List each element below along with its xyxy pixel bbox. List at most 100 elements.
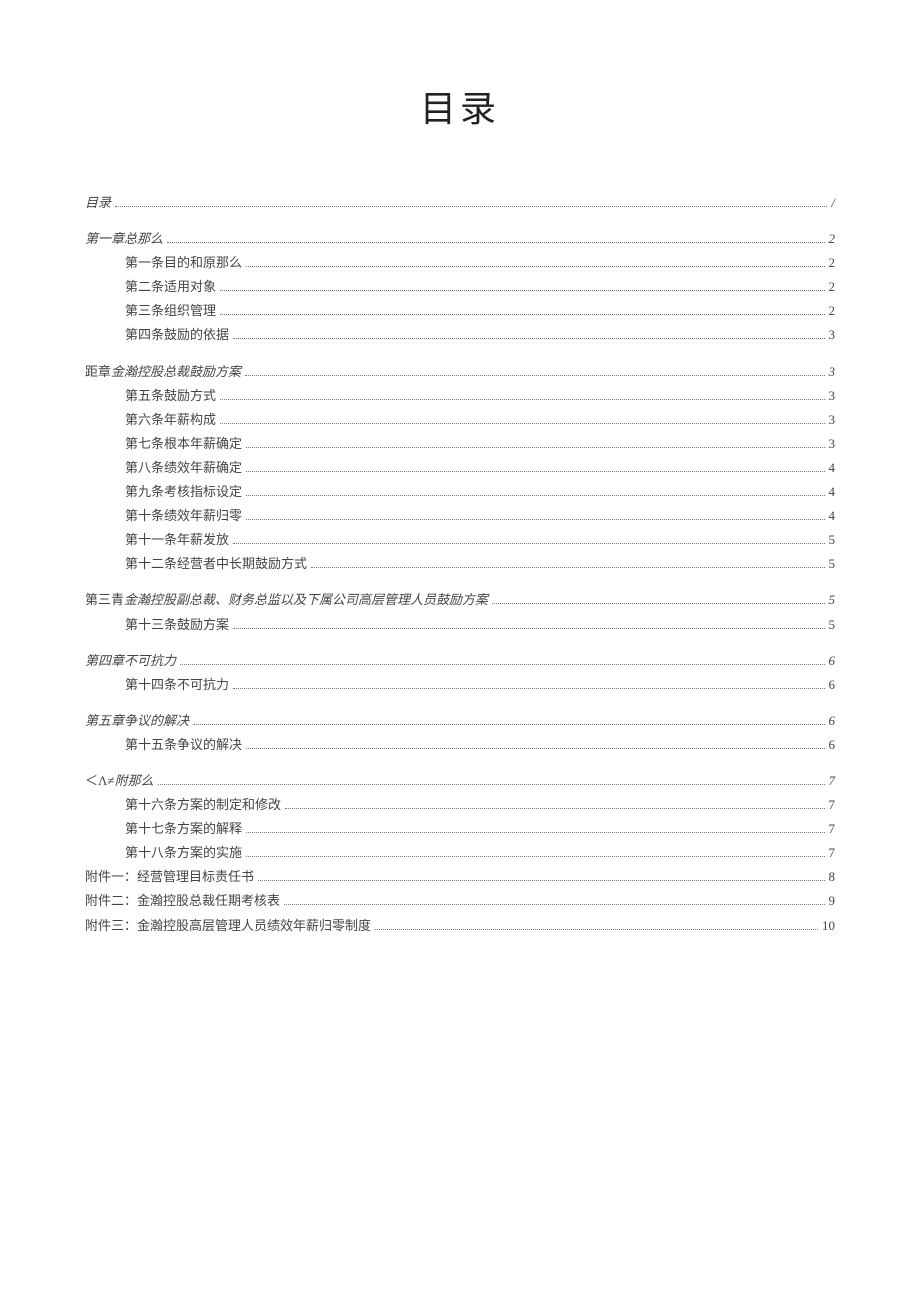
- toc-entry: ＜Λ≠附那么 7: [85, 770, 835, 792]
- toc-entry-page: 6: [829, 650, 836, 672]
- toc-entry: 第四条鼓励的依据 3: [125, 324, 835, 346]
- toc-leader-dots: [492, 603, 824, 604]
- toc-leader-dots: [233, 628, 824, 629]
- toc-leader-dots: [220, 290, 824, 291]
- toc-entry-label: 第十八条方案的实施: [125, 842, 242, 864]
- toc-entry: 第五条鼓励方式 3: [125, 385, 835, 407]
- toc-entry: 第七条根本年薪确定3: [125, 433, 835, 455]
- toc-entry-label: 第五章争议的解决: [85, 710, 189, 732]
- toc-entry: 第八条绩效年薪确定 4: [125, 457, 835, 479]
- toc-leader-dots: [193, 724, 824, 725]
- toc-entry-page: 6: [829, 674, 836, 696]
- toc-leader-dots: [258, 880, 824, 881]
- toc-entry-label: 第一章总那么: [85, 228, 163, 250]
- toc-leader-dots: [167, 242, 824, 243]
- toc-entry: 距章金瀚控股总裁鼓励方案 3: [85, 361, 835, 383]
- toc-entry-label: 第八条绩效年薪确定: [125, 457, 242, 479]
- toc-leader-dots: [311, 567, 824, 568]
- toc-entry-page: 5: [829, 589, 836, 611]
- toc-leader-dots: [246, 447, 824, 448]
- toc-entry-prefix: 距章: [85, 364, 111, 379]
- toc-leader-dots: [246, 519, 824, 520]
- toc-entry-page: 8: [829, 866, 836, 888]
- toc-entry: 第二条适用对象 2: [125, 276, 835, 298]
- toc-entry-page: 4: [829, 505, 836, 527]
- toc-leader-dots: [220, 423, 824, 424]
- toc-entry: 第十六条方案的制定和修改7: [125, 794, 835, 816]
- toc-entry: 第十条绩效年薪归零 4: [125, 505, 835, 527]
- toc-entry-page: 3: [829, 433, 836, 455]
- toc-leader-dots: [246, 471, 824, 472]
- toc-entry-label: 第一条目的和原那么: [125, 252, 242, 274]
- toc-entry-page: 7: [829, 818, 836, 840]
- toc-entry-label: 目录: [85, 192, 111, 214]
- toc-entry: 目录/: [85, 192, 835, 214]
- toc-entry: 第三条组织管理2: [125, 300, 835, 322]
- toc-entry: 第三青金瀚控股副总裁、财务总监以及下属公司高层管理人员鼓励方案 5: [85, 589, 835, 611]
- toc-leader-dots: [246, 495, 824, 496]
- toc-entry: 附件二：金瀚控股总裁任期考核表9: [85, 890, 835, 912]
- toc-entry-label: 第十二条经营者中长期鼓励方式: [125, 553, 307, 575]
- toc-entry-page: 5: [829, 529, 836, 551]
- toc-leader-dots: [233, 688, 824, 689]
- toc-entry-page: 3: [829, 361, 836, 383]
- toc-entry-label: 第四条鼓励的依据: [125, 324, 229, 346]
- toc-entry-page: 5: [829, 614, 836, 636]
- toc-entry: 附件三：金瀚控股高层管理人员绩效年薪归零制度10: [85, 915, 835, 937]
- toc-entry: 附件一：经营管理目标责任书 8: [85, 866, 835, 888]
- toc-entry: 第六条年薪构成 3: [125, 409, 835, 431]
- toc-entry-italic: 附那么: [115, 773, 154, 788]
- toc-leader-dots: [245, 375, 824, 376]
- toc-leader-dots: [375, 929, 818, 930]
- toc-leader-dots: [285, 808, 824, 809]
- toc-entry-page: 4: [829, 457, 836, 479]
- toc-entry-label: 第三青金瀚控股副总裁、财务总监以及下属公司高层管理人员鼓励方案: [85, 589, 488, 611]
- toc-entry-page: 3: [829, 324, 836, 346]
- toc-entry-page: 2: [829, 228, 836, 250]
- toc-entry: 第四章不可抗力 6: [85, 650, 835, 672]
- toc-leader-dots: [246, 748, 824, 749]
- toc-entry-label: 附件二：金瀚控股总裁任期考核表: [85, 890, 280, 912]
- toc-entry-label: 第十七条方案的解释: [125, 818, 242, 840]
- toc-entry: 第九条考核指标设定 4: [125, 481, 835, 503]
- page-title: 目录: [85, 80, 835, 132]
- toc-leader-dots: [220, 399, 824, 400]
- toc-entry-label: 第三条组织管理: [125, 300, 216, 322]
- toc-entry: 第十二条经营者中长期鼓励方式 5: [125, 553, 835, 575]
- table-of-contents: 目录/第一章总那么2第一条目的和原那么2第二条适用对象2第三条组织管理2第四条鼓…: [85, 192, 835, 937]
- toc-entry: 第十五条争议的解决 6: [125, 734, 835, 756]
- toc-entry: 第十八条方案的实施7: [125, 842, 835, 864]
- toc-entry-label: 附件一：经营管理目标责任书: [85, 866, 254, 888]
- toc-leader-dots: [220, 314, 824, 315]
- toc-leader-dots: [246, 266, 824, 267]
- toc-entry-page: 2: [829, 276, 836, 298]
- toc-entry-page: 7: [829, 770, 836, 792]
- toc-entry-label: 第十四条不可抗力: [125, 674, 229, 696]
- toc-entry-label: 第十三条鼓励方案: [125, 614, 229, 636]
- toc-leader-dots: [284, 904, 824, 905]
- toc-entry-label: 第十一条年薪发放: [125, 529, 229, 551]
- toc-entry-page: 3: [829, 409, 836, 431]
- toc-entry-label: 第四章不可抗力: [85, 650, 176, 672]
- toc-entry-prefix: ＜Λ≠: [85, 773, 115, 788]
- toc-entry-italic: 金瀚控股副总裁、财务总监以及下属公司高层管理人员鼓励方案: [124, 592, 488, 607]
- toc-entry-label: 第十六条方案的制定和修改: [125, 794, 281, 816]
- toc-entry-label: 第五条鼓励方式: [125, 385, 216, 407]
- toc-entry-page: 6: [829, 734, 836, 756]
- toc-entry-page: 4: [829, 481, 836, 503]
- toc-entry-label: 距章金瀚控股总裁鼓励方案: [85, 361, 241, 383]
- toc-entry-label: 第六条年薪构成: [125, 409, 216, 431]
- toc-entry-label: ＜Λ≠附那么: [85, 770, 154, 792]
- toc-leader-dots: [246, 856, 824, 857]
- toc-entry: 第十四条不可抗力 6: [125, 674, 835, 696]
- toc-entry-label: 第九条考核指标设定: [125, 481, 242, 503]
- toc-entry-label: 第二条适用对象: [125, 276, 216, 298]
- toc-entry-label: 第十五条争议的解决: [125, 734, 242, 756]
- toc-entry-italic: 金瀚控股总裁鼓励方案: [111, 364, 241, 379]
- toc-entry-label: 第十条绩效年薪归零: [125, 505, 242, 527]
- toc-entry-page: 3: [829, 385, 836, 407]
- toc-entry-prefix: 第三青: [85, 592, 124, 607]
- toc-entry-page: 6: [829, 710, 836, 732]
- toc-entry-page: 5: [829, 553, 836, 575]
- toc-entry: 第十三条鼓励方案 5: [125, 614, 835, 636]
